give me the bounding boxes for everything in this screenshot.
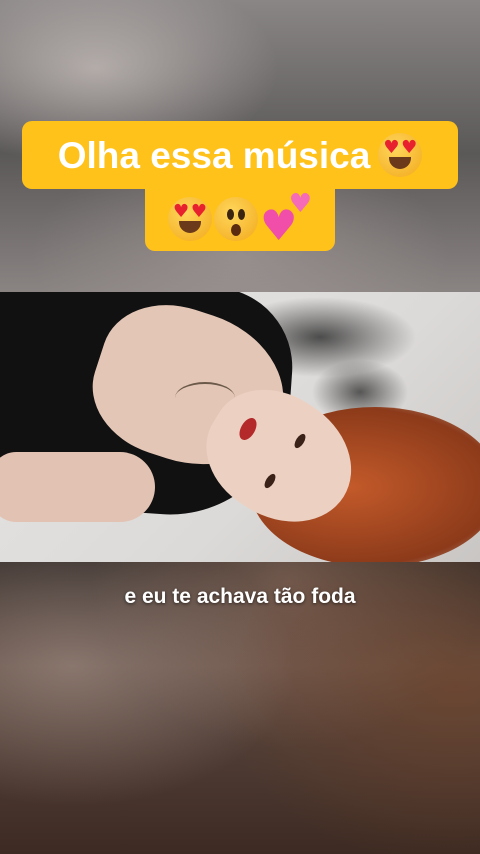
smiling-face-with-heart-eyes-icon bbox=[378, 133, 423, 177]
smiling-face-with-heart-eyes-icon bbox=[168, 197, 212, 241]
astonished-face-icon bbox=[214, 197, 258, 241]
caption-text: Olha essa música bbox=[57, 134, 371, 176]
lyrics-subtitle: e eu te achava tão foda bbox=[124, 585, 356, 608]
video-frame[interactable] bbox=[0, 292, 480, 562]
two-hearts-icon: ♥ ♥ bbox=[260, 189, 312, 250]
tattooed-arm bbox=[0, 452, 155, 522]
caption-line-2: ♥ ♥ bbox=[145, 187, 335, 251]
caption-sticker: Olha essa música ♥ ♥ bbox=[0, 121, 480, 251]
caption-line-1: Olha essa música bbox=[22, 121, 458, 189]
